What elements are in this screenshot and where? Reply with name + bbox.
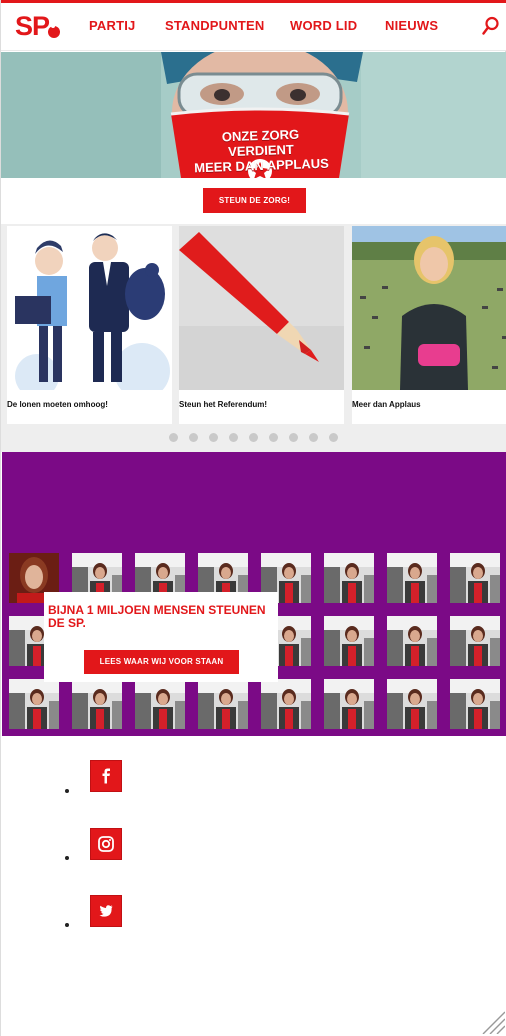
hero-cta-area: STEUN DE ZORG! bbox=[1, 178, 506, 224]
nav-partij[interactable]: PARTIJ bbox=[89, 18, 135, 33]
promo-title: BIJNA 1 MILJOEN MENSEN STEUNEN DE SP. bbox=[48, 603, 266, 630]
card-image-applaus bbox=[352, 226, 506, 390]
logo-tomato-icon bbox=[48, 24, 60, 38]
nav-word-lid[interactable]: WORD LID bbox=[290, 18, 357, 33]
facebook-icon bbox=[102, 768, 110, 784]
carousel-dot[interactable] bbox=[249, 433, 258, 442]
nav-standpunten[interactable]: STANDPUNTEN bbox=[165, 18, 264, 33]
card-image-referendum bbox=[179, 226, 344, 390]
nav-nieuws[interactable]: NIEUWS bbox=[385, 18, 438, 33]
supporter-photo bbox=[387, 616, 437, 666]
instagram-icon bbox=[98, 836, 114, 852]
card-title[interactable]: Meer dan Applaus bbox=[352, 400, 421, 409]
card-title[interactable]: De lonen moeten omhoog! bbox=[7, 400, 108, 409]
supporters-promo-box: BIJNA 1 MILJOEN MENSEN STEUNEN DE SP. LE… bbox=[44, 592, 278, 682]
supporter-photo bbox=[324, 553, 374, 603]
hero-slogan-line1: ONZE ZORG VERDIENT bbox=[221, 126, 300, 160]
social-links bbox=[1, 736, 506, 1036]
site-header: SP PARTIJ STANDPUNTEN WORD LID NIEUWS bbox=[1, 3, 506, 51]
list-bullet bbox=[65, 923, 69, 927]
supporter-photo bbox=[450, 616, 500, 666]
supporter-photo bbox=[387, 679, 437, 729]
search-icon[interactable] bbox=[482, 16, 500, 36]
supporter-photo bbox=[135, 679, 185, 729]
card-title[interactable]: Steun het Referendum! bbox=[179, 400, 267, 409]
carousel-dot[interactable] bbox=[209, 433, 218, 442]
twitter-link[interactable] bbox=[90, 895, 122, 927]
resize-handle-icon[interactable] bbox=[479, 1008, 505, 1034]
twitter-icon bbox=[99, 905, 113, 917]
list-bullet bbox=[65, 856, 69, 860]
news-carousel: De lonen moeten omhoog! Steun het Refere… bbox=[1, 224, 506, 452]
carousel-dot[interactable] bbox=[289, 433, 298, 442]
supporter-photo bbox=[324, 616, 374, 666]
supporter-photo bbox=[324, 679, 374, 729]
carousel-dot[interactable] bbox=[229, 433, 238, 442]
hero-banner[interactable]: ONZE ZORG VERDIENT MEER DAN APPLAUS bbox=[1, 52, 506, 178]
supporter-photo bbox=[450, 679, 500, 729]
supporter-photo bbox=[450, 553, 500, 603]
sp-logo[interactable]: SP bbox=[15, 11, 50, 42]
supporter-photo bbox=[9, 679, 59, 729]
carousel-card[interactable]: Meer dan Applaus bbox=[352, 226, 506, 424]
steun-de-zorg-button[interactable]: STEUN DE ZORG! bbox=[203, 188, 306, 213]
carousel-dot[interactable] bbox=[169, 433, 178, 442]
hero-slogan: ONZE ZORG VERDIENT MEER DAN APPLAUS bbox=[190, 126, 331, 176]
carousel-dot[interactable] bbox=[189, 433, 198, 442]
list-bullet bbox=[65, 789, 69, 793]
carousel-dot[interactable] bbox=[309, 433, 318, 442]
instagram-link[interactable] bbox=[90, 828, 122, 860]
lees-waar-wij-voor-staan-button[interactable]: LEES WAAR WIJ VOOR STAAN bbox=[84, 650, 239, 674]
carousel-card[interactable]: Steun het Referendum! bbox=[179, 226, 344, 424]
supporter-photo bbox=[387, 553, 437, 603]
supporter-photo bbox=[261, 679, 311, 729]
supporter-photo bbox=[72, 679, 122, 729]
carousel-card[interactable]: De lonen moeten omhoog! bbox=[7, 226, 172, 424]
facebook-link[interactable] bbox=[90, 760, 122, 792]
card-image-lonen bbox=[7, 226, 172, 390]
supporter-photo bbox=[198, 679, 248, 729]
carousel-dot[interactable] bbox=[329, 433, 338, 442]
carousel-dot[interactable] bbox=[269, 433, 278, 442]
